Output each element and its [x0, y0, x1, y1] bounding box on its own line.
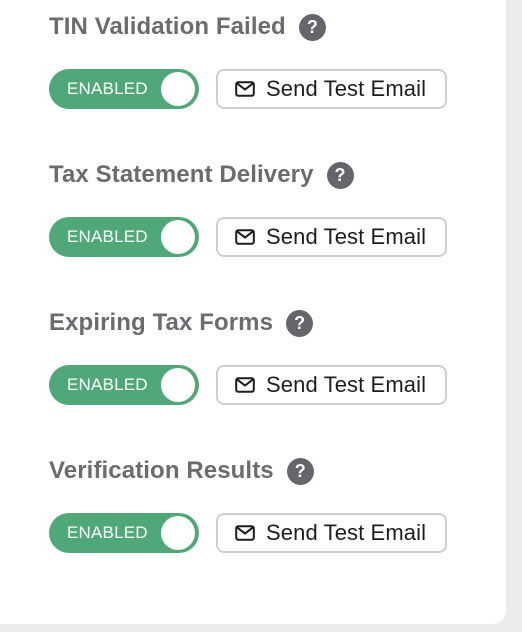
toggle-knob — [161, 220, 195, 254]
setting-controls: ENABLED Send Test Email — [49, 365, 447, 405]
envelope-icon — [235, 377, 255, 393]
enabled-toggle[interactable]: ENABLED — [49, 217, 199, 257]
send-test-email-label: Send Test Email — [266, 520, 427, 545]
setting-tin-validation-failed: TIN Validation Failed ? ENABLED Send Tes… — [49, 12, 489, 122]
setting-header: TIN Validation Failed ? — [49, 12, 326, 42]
help-icon[interactable]: ? — [298, 13, 326, 41]
send-test-email-label: Send Test Email — [266, 224, 427, 249]
setting-header: Verification Results ? — [49, 456, 314, 486]
toggle-knob — [161, 72, 195, 106]
setting-verification-results: Verification Results ? ENABLED Send Test… — [49, 456, 489, 566]
setting-title: Expiring Tax Forms — [49, 309, 274, 336]
setting-header: Tax Statement Delivery ? — [49, 160, 354, 190]
setting-title: TIN Validation Failed — [49, 13, 286, 40]
send-test-email-button[interactable]: Send Test Email — [216, 365, 447, 405]
help-icon[interactable]: ? — [286, 309, 314, 337]
toggle-knob — [161, 516, 195, 550]
toggle-knob — [161, 368, 195, 402]
help-icon[interactable]: ? — [286, 457, 314, 485]
setting-tax-statement-delivery: Tax Statement Delivery ? ENABLED Send Te… — [49, 160, 489, 270]
toggle-label: ENABLED — [67, 79, 148, 98]
setting-title: Tax Statement Delivery — [49, 161, 314, 188]
toggle-label: ENABLED — [67, 227, 148, 246]
send-test-email-label: Send Test Email — [266, 76, 427, 101]
enabled-toggle[interactable]: ENABLED — [49, 365, 199, 405]
setting-controls: ENABLED Send Test Email — [49, 69, 447, 109]
email-settings-panel: TIN Validation Failed ? ENABLED Send Tes… — [0, 0, 506, 624]
envelope-icon — [235, 525, 255, 541]
setting-title: Verification Results — [49, 457, 274, 484]
send-test-email-label: Send Test Email — [266, 372, 427, 397]
toggle-label: ENABLED — [67, 523, 148, 542]
enabled-toggle[interactable]: ENABLED — [49, 513, 199, 553]
help-icon[interactable]: ? — [326, 161, 354, 189]
setting-controls: ENABLED Send Test Email — [49, 217, 447, 257]
setting-controls: ENABLED Send Test Email — [49, 513, 447, 553]
setting-header: Expiring Tax Forms ? — [49, 308, 314, 338]
toggle-label: ENABLED — [67, 375, 148, 394]
send-test-email-button[interactable]: Send Test Email — [216, 513, 447, 553]
send-test-email-button[interactable]: Send Test Email — [216, 69, 447, 109]
setting-expiring-tax-forms: Expiring Tax Forms ? ENABLED Send Test E… — [49, 308, 489, 418]
envelope-icon — [235, 229, 255, 245]
envelope-icon — [235, 81, 255, 97]
enabled-toggle[interactable]: ENABLED — [49, 69, 199, 109]
send-test-email-button[interactable]: Send Test Email — [216, 217, 447, 257]
